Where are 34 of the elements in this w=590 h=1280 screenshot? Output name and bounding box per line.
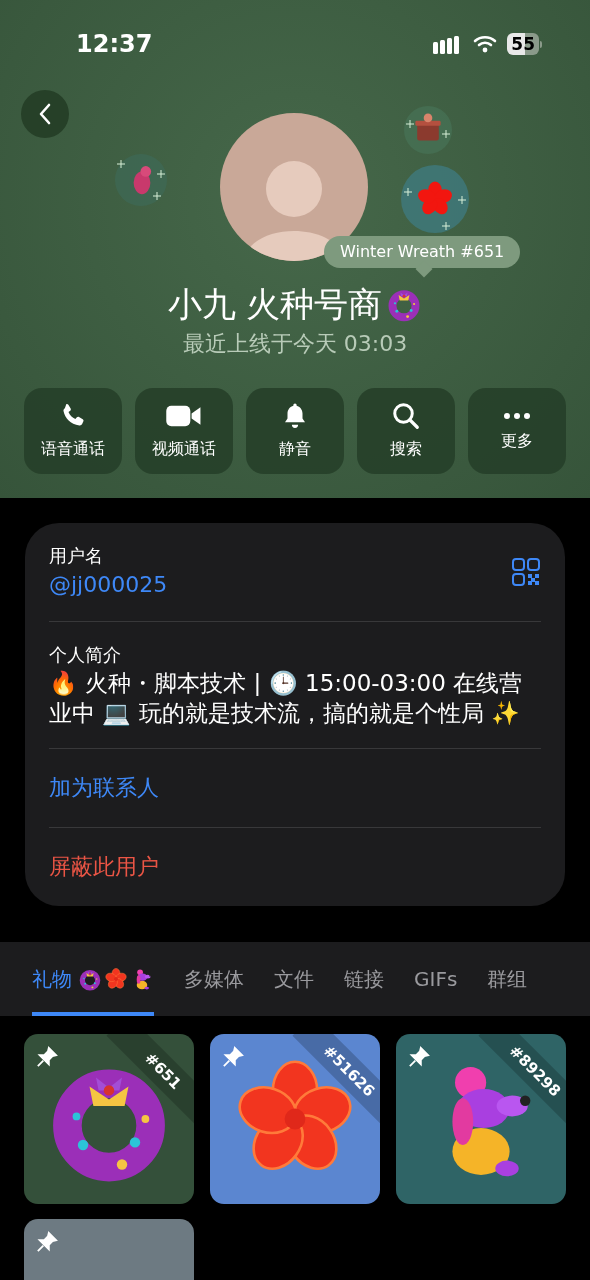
pin-icon[interactable] bbox=[408, 1046, 430, 1068]
tab[interactable]: GIFs bbox=[414, 942, 458, 1016]
bio-label: 个人简介 bbox=[49, 643, 122, 667]
tab[interactable]: 多媒体 bbox=[184, 942, 244, 1016]
profile-name: 小九 火种号商 bbox=[167, 283, 383, 326]
flower-emoji-icon bbox=[104, 967, 128, 991]
back-button[interactable] bbox=[21, 90, 69, 138]
pin-icon[interactable] bbox=[36, 1046, 58, 1068]
tab[interactable]: 文件 bbox=[274, 942, 314, 1016]
last-seen-status: 最近上线于今天 03:03 bbox=[182, 330, 408, 358]
username-label: 用户名 bbox=[49, 544, 104, 568]
username-link[interactable]: @jj000025 bbox=[49, 569, 168, 601]
block-user-link[interactable]: 屏蔽此用户 bbox=[49, 854, 159, 879]
action-button[interactable]: 更多 bbox=[468, 388, 566, 474]
action-button[interactable]: 语音通话 bbox=[24, 388, 122, 474]
back-icon bbox=[37, 102, 53, 126]
pin-icon[interactable] bbox=[36, 1231, 58, 1253]
tab[interactable]: 群组 bbox=[487, 942, 528, 1016]
gift-sparkle-drawing bbox=[113, 152, 169, 208]
action-button[interactable]: 搜索 bbox=[357, 388, 455, 474]
wreath-emoji-icon bbox=[78, 967, 102, 991]
bio-text: 🔥 火种・脚本技术 | 🕒 15:00-03:00 在线营业中 💻 玩的就是技术流，搞的就是个性局 ✨ bbox=[49, 669, 524, 728]
add-contact-link[interactable]: 加为联系人 bbox=[49, 775, 159, 800]
status-time: 12:37 bbox=[76, 29, 153, 60]
gift-sparkle-drawing bbox=[402, 104, 454, 156]
action-button[interactable]: 视频通话 bbox=[135, 388, 233, 474]
search-icon bbox=[391, 401, 421, 431]
action-button[interactable]: 静音 bbox=[246, 388, 344, 474]
qr-code-icon[interactable] bbox=[511, 557, 541, 587]
wifi-icon bbox=[473, 35, 498, 53]
tab[interactable]: 礼物 bbox=[32, 942, 154, 1016]
tab[interactable]: 链接 bbox=[344, 942, 384, 1016]
gift-tooltip: Winter Wreath #651 bbox=[324, 236, 521, 268]
battery-icon: 55 bbox=[507, 33, 542, 55]
